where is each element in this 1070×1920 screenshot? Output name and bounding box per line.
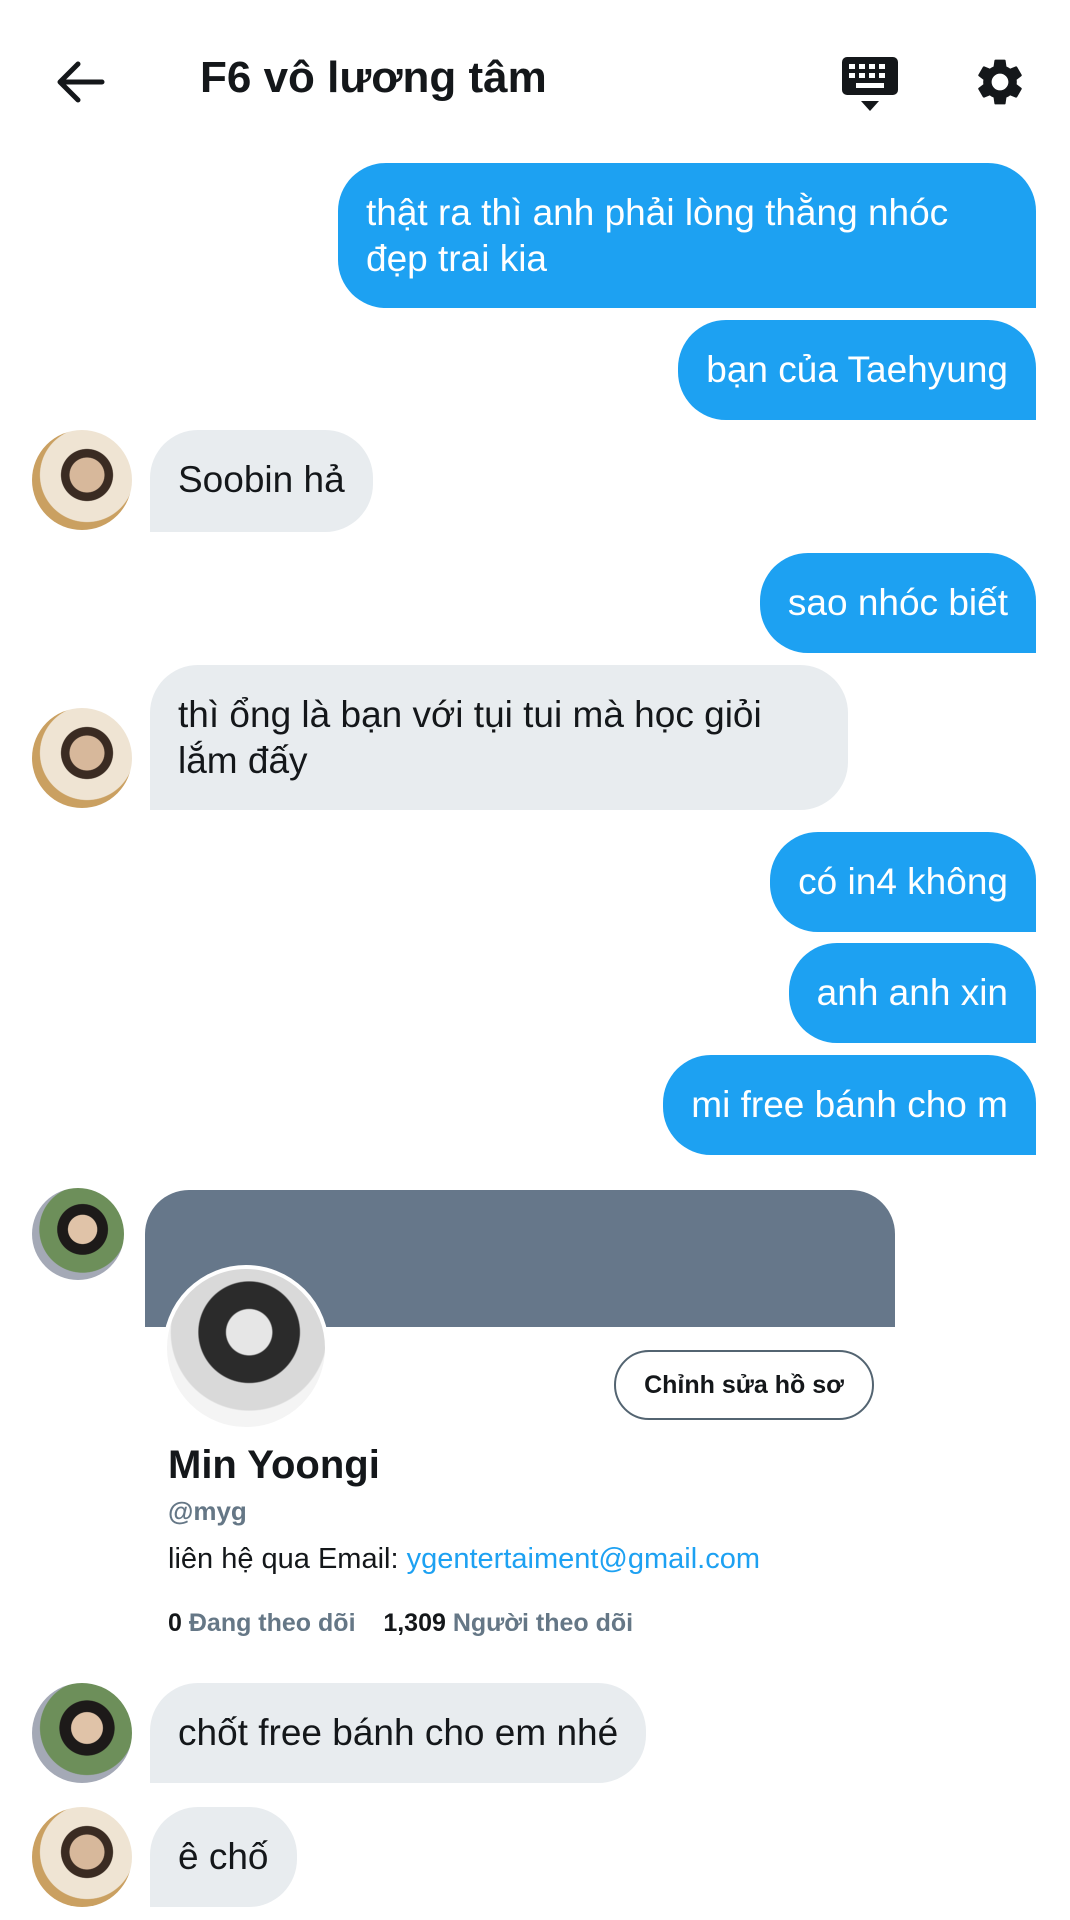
profile-handle: @myg	[168, 1496, 247, 1526]
followers-count: 1,309	[383, 1609, 446, 1637]
following-label: Đang theo dõi	[188, 1609, 356, 1637]
back-arrow-icon	[57, 61, 105, 103]
avatar[interactable]	[32, 1683, 132, 1783]
conversation-title: F6 vô lương tâm	[200, 53, 547, 102]
profile-stats: 0 Đang theo dõi 1,309 Người theo dõi	[168, 1606, 633, 1640]
keyboard-button[interactable]	[830, 44, 910, 124]
settings-button[interactable]	[960, 42, 1040, 122]
message-outgoing[interactable]: anh anh xin	[788, 943, 1036, 1043]
profile-bio: liên hệ qua Email: ygentertaiment@gmail.…	[168, 1540, 760, 1578]
avatar[interactable]	[32, 708, 132, 808]
message-incoming[interactable]: thì ổng là bạn với tụi tui mà học giỏi l…	[150, 665, 848, 810]
following-count: 0	[168, 1609, 182, 1637]
followers-label: Người theo dõi	[452, 1609, 634, 1637]
message-outgoing[interactable]: bạn của Taehyung	[678, 320, 1036, 420]
profile-bio-text: liên hệ qua Email:	[168, 1543, 407, 1575]
message-outgoing[interactable]: sao nhóc biết	[759, 553, 1036, 653]
message-incoming[interactable]: chốt free bánh cho em nhé	[150, 1683, 647, 1783]
edit-profile-button[interactable]: Chỉnh sửa hồ sơ	[614, 1350, 874, 1420]
message-incoming[interactable]: Soobin hả	[150, 430, 373, 532]
gear-icon	[978, 59, 1022, 105]
profile-card-photo[interactable]	[163, 1265, 329, 1431]
message-outgoing[interactable]: có in4 không	[770, 832, 1036, 932]
following-stat[interactable]: 0 Đang theo dõi	[168, 1609, 356, 1637]
avatar[interactable]	[32, 430, 132, 530]
profile-name: Min Yoongi	[168, 1443, 380, 1487]
profile-email-link[interactable]: ygentertaiment@gmail.com	[407, 1543, 760, 1575]
followers-stat[interactable]: 1,309 Người theo dõi	[383, 1609, 633, 1637]
message-incoming[interactable]: ê chố	[150, 1807, 297, 1907]
message-outgoing[interactable]: mi free bánh cho m	[663, 1055, 1036, 1155]
avatar[interactable]	[32, 1807, 132, 1907]
keyboard-icon	[842, 57, 898, 111]
message-outgoing[interactable]: thật ra thì anh phải lòng thằng nhóc đẹp…	[338, 163, 1036, 308]
avatar[interactable]	[32, 1188, 124, 1280]
back-button[interactable]	[40, 42, 120, 122]
